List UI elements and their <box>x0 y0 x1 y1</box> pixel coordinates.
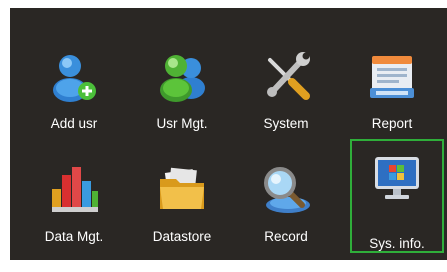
menu-item-label: Usr Mgt. <box>156 116 208 131</box>
magnifier-icon <box>264 167 310 213</box>
monitor-icon <box>375 157 419 199</box>
report-icon <box>370 56 414 98</box>
menu-item-user-management[interactable]: Usr Mgt. <box>135 26 229 136</box>
menu-item-label: Datastore <box>152 229 212 244</box>
menu-item-add-user[interactable]: Add usr <box>27 26 121 136</box>
menu-item-label: System <box>263 116 309 131</box>
menu-item-system-info[interactable]: Sys. info. <box>350 139 444 253</box>
menu-item-label: Data Mgt. <box>44 229 104 244</box>
menu-item-label: Report <box>371 116 413 131</box>
main-menu-screen: Add usr Usr Mgt. System Report Data Mgt.… <box>10 8 447 260</box>
menu-item-label: Add usr <box>50 116 98 131</box>
tools-icon <box>267 52 310 100</box>
add-user-icon <box>53 55 96 102</box>
bar-chart-icon <box>52 167 98 212</box>
menu-item-system[interactable]: System <box>239 26 333 136</box>
menu-item-record[interactable]: Record <box>239 139 333 249</box>
menu-item-report[interactable]: Report <box>345 26 439 136</box>
menu-item-label: Sys. info. <box>369 236 425 251</box>
menu-item-datastore[interactable]: Datastore <box>135 139 229 249</box>
folder-icon <box>160 167 204 209</box>
users-icon <box>160 55 205 102</box>
menu-item-label: Record <box>264 229 308 244</box>
menu-item-data-management[interactable]: Data Mgt. <box>27 139 121 249</box>
